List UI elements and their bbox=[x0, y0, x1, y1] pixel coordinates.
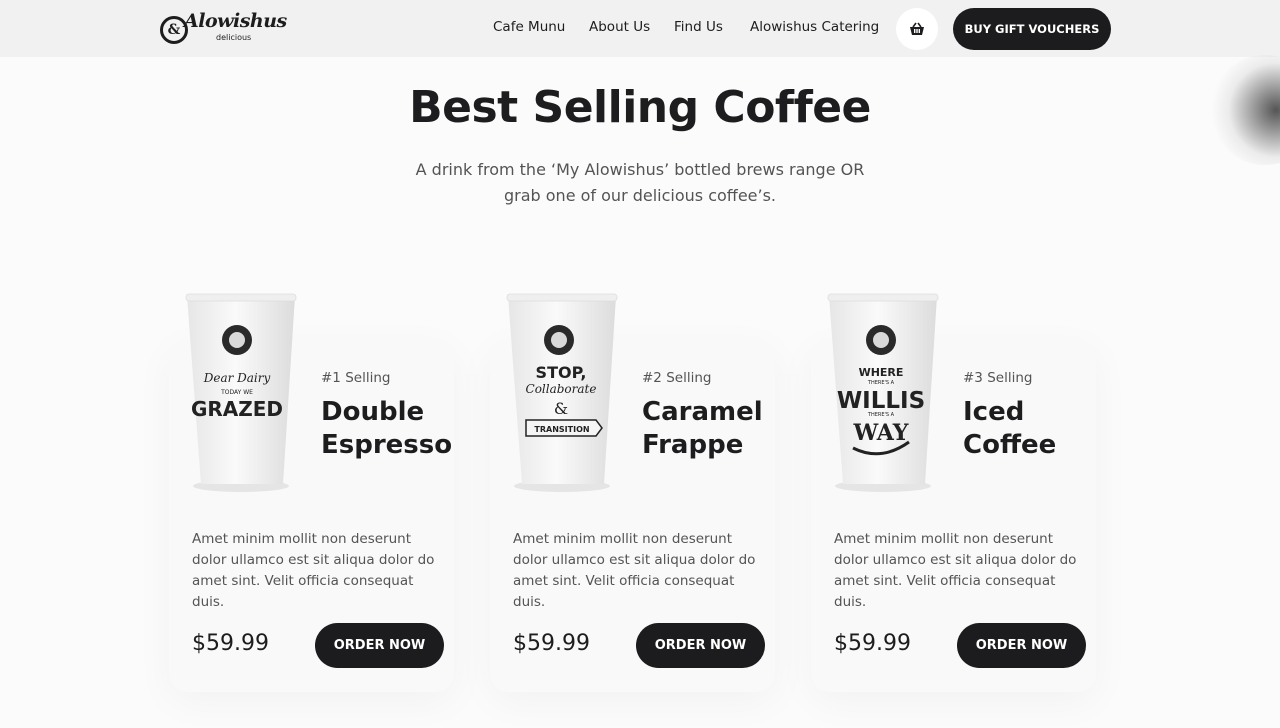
coffee-cup-image: Dear Dairy TODAY WE GRAZED bbox=[185, 293, 297, 492]
product-price: $59.99 bbox=[513, 631, 590, 656]
cup-line: WILLIS bbox=[837, 388, 925, 414]
product-description: Amet minim mollit non deserunt dolor ull… bbox=[834, 531, 1077, 610]
coffee-cup-image: STOP, Collaborate & TRANSITION bbox=[506, 293, 618, 492]
coffee-cup-image: WHERE THERE'S A WILLIS THERE'S A WAY bbox=[827, 293, 939, 492]
order-now-button[interactable]: ORDER NOW bbox=[957, 623, 1086, 668]
cup-line: Collaborate bbox=[526, 382, 597, 396]
cup-line: THERE'S A bbox=[867, 380, 895, 386]
product-price: $59.99 bbox=[192, 631, 269, 656]
product-description: Amet minim mollit non deserunt dolor ull… bbox=[513, 531, 756, 610]
product-rank: #3 Selling bbox=[963, 370, 1033, 386]
cup-line: Dear Dairy bbox=[203, 371, 271, 385]
product-rank: #1 Selling bbox=[321, 370, 391, 386]
cup-line: TODAY WE bbox=[220, 389, 253, 396]
product-name: Double Espresso bbox=[321, 397, 453, 460]
product-card: Dear Dairy TODAY WE GRAZED #1 Selling Do… bbox=[169, 293, 454, 692]
nav-item-find-us[interactable]: Find Us bbox=[674, 19, 723, 35]
brand-logo[interactable]: & Alowishus delicious bbox=[160, 8, 287, 50]
nav-item-cafe-menu[interactable]: Cafe Munu bbox=[493, 19, 565, 35]
cart-button[interactable] bbox=[896, 8, 938, 50]
cup-line: THERE'S A bbox=[867, 412, 895, 418]
product-price: $59.99 bbox=[834, 631, 911, 656]
product-description: Amet minim mollit non deserunt dolor ull… bbox=[192, 531, 435, 610]
site-header: & Alowishus delicious Cafe Munu About Us… bbox=[0, 0, 1280, 57]
product-name: Iced Coffee bbox=[963, 397, 1057, 460]
nav-item-catering[interactable]: Alowishus Catering bbox=[750, 19, 879, 35]
order-now-button[interactable]: ORDER NOW bbox=[636, 623, 765, 668]
nav-item-about-us[interactable]: About Us bbox=[589, 19, 650, 35]
cup-line: WHERE bbox=[859, 366, 904, 379]
product-card: WHERE THERE'S A WILLIS THERE'S A WAY #3 … bbox=[811, 293, 1096, 692]
product-name: Caramel Frappe bbox=[642, 397, 763, 460]
buy-gift-vouchers-button[interactable]: BUY GIFT VOUCHERS bbox=[953, 8, 1111, 50]
cup-line: WAY bbox=[853, 420, 909, 446]
cup-line: GRAZED bbox=[191, 397, 283, 421]
order-now-button[interactable]: ORDER NOW bbox=[315, 623, 444, 668]
basket-icon bbox=[910, 22, 924, 35]
cup-line: TRANSITION bbox=[534, 425, 589, 434]
logo-tagline: delicious bbox=[216, 33, 252, 42]
page-title: Best Selling Coffee bbox=[409, 82, 871, 133]
product-card: STOP, Collaborate & TRANSITION #2 Sellin… bbox=[490, 293, 775, 692]
product-rank: #2 Selling bbox=[642, 370, 712, 386]
page-subtitle: A drink from the ‘My Alowishus’ bottled … bbox=[415, 160, 865, 205]
logo-wordmark: Alowishus bbox=[184, 10, 287, 32]
cup-line: & bbox=[554, 399, 568, 418]
cup-line: STOP, bbox=[536, 363, 587, 382]
